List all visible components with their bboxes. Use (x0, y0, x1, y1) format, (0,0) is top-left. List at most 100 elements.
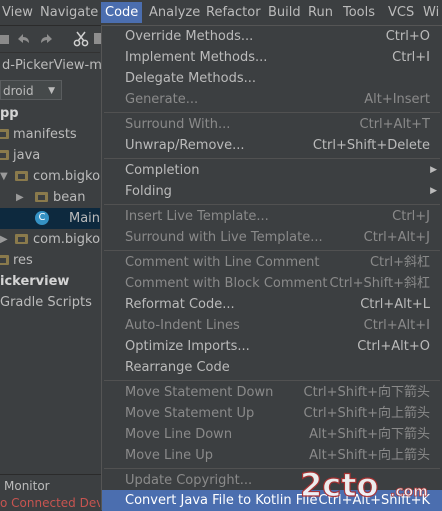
menu-vcs[interactable]: VCS (384, 2, 418, 23)
menu-item-label: Auto-Indent Lines (125, 318, 240, 333)
tree-item-label: java (13, 148, 41, 163)
menu-item-override-methods[interactable]: Override Methods... Ctrl+O (102, 26, 442, 47)
menu-navigate[interactable]: Navigate (36, 2, 102, 23)
menu-item-comment-line[interactable]: Comment with Line Comment Ctrl+斜杠 (102, 252, 442, 273)
tree-item-label: pp (0, 106, 19, 121)
menu-item-shortcut: Ctrl+O (385, 29, 430, 44)
menu-item-label: Update Copyright... (125, 473, 253, 488)
menu-item-move-statement-up[interactable]: Move Statement Up Ctrl+Shift+向上箭头 (102, 403, 442, 424)
menu-item-insert-live-template[interactable]: Insert Live Template... Ctrl+J (102, 206, 442, 227)
tree-item-label: manifests (13, 127, 77, 142)
menu-item-move-statement-down[interactable]: Move Statement Down Ctrl+Shift+向下箭头 (102, 382, 442, 403)
redo-icon[interactable] (38, 30, 56, 48)
menu-analyze[interactable]: Analyze (145, 2, 204, 23)
menu-item-delegate-methods[interactable]: Delegate Methods... (102, 68, 442, 89)
menu-item-surround-with[interactable]: Surround With... Ctrl+Alt+T (102, 114, 442, 135)
menu-item-label: Insert Live Template... (125, 209, 269, 224)
menu-run[interactable]: Run (304, 2, 337, 23)
chevron-right-icon: ▶ (430, 165, 437, 175)
menu-item-shortcut: Alt+Insert (364, 92, 430, 107)
project-breadcrumb: d-PickerView-ma (2, 58, 102, 73)
menu-separator (104, 250, 440, 251)
folder-tool-icon[interactable] (0, 30, 12, 48)
tree-item-res[interactable]: res (0, 250, 100, 271)
menu-view[interactable]: View (0, 2, 37, 23)
menu-item-shortcut: Ctrl+斜杠 (369, 255, 430, 270)
project-view-selector[interactable]: droid ▼ (0, 80, 62, 100)
menu-code[interactable]: Code (101, 2, 143, 23)
chevron-right-icon: ▶ (430, 186, 437, 196)
menu-separator (104, 380, 440, 381)
menu-item-move-line-up[interactable]: Move Line Up Alt+Shift+向上箭头 (102, 445, 442, 466)
watermark-subtext: .com (390, 484, 428, 500)
java-class-icon: C (35, 211, 49, 225)
tree-item-gradle-scripts[interactable]: Gradle Scripts (0, 292, 100, 313)
menu-item-label: Generate... (125, 92, 199, 107)
folder-icon (0, 255, 9, 265)
toolbar (0, 26, 102, 53)
menu-item-completion[interactable]: Completion ▶ (102, 160, 442, 181)
menu-item-shortcut: Ctrl+Shift+向上箭头 (303, 406, 430, 421)
menu-item-generate[interactable]: Generate... Alt+Insert (102, 89, 442, 110)
menu-separator (104, 158, 440, 159)
tree-item-pickerview[interactable]: ickerview (0, 271, 100, 292)
menu-window[interactable]: Wi (419, 2, 442, 23)
menu-item-label: Delegate Methods... (125, 71, 256, 86)
chevron-right-icon[interactable]: ▶ (16, 187, 24, 208)
menu-build[interactable]: Build (264, 2, 305, 23)
device-status-text: o Connected Dev (0, 497, 100, 510)
folder-icon (0, 150, 9, 160)
menu-item-shortcut: Ctrl+Alt+T (359, 117, 430, 132)
tree-item-label: bean (53, 190, 86, 205)
menu-item-label: Override Methods... (125, 29, 254, 44)
menu-item-reformat-code[interactable]: Reformat Code... Ctrl+Alt+L (102, 294, 442, 315)
chevron-right-icon[interactable]: ▶ (0, 229, 8, 250)
tree-item-manifests[interactable]: manifests (0, 124, 100, 145)
tree-item-app[interactable]: pp (0, 103, 100, 124)
menu-item-label: Folding (125, 184, 172, 199)
tree-item-bean[interactable]: ▶ bean (0, 187, 100, 208)
menu-item-shortcut: Ctrl+J (392, 209, 430, 224)
menu-item-surround-live-template[interactable]: Surround with Live Template... Ctrl+Alt+… (102, 227, 442, 248)
menu-item-shortcut: Alt+Shift+向下箭头 (309, 427, 430, 442)
monitor-tab[interactable]: Monitor (0, 474, 104, 497)
menu-separator (104, 112, 440, 113)
chevron-down-icon[interactable]: ▼ (0, 166, 8, 187)
menu-item-shortcut: Ctrl+Alt+I (363, 318, 430, 333)
undo-icon[interactable] (14, 30, 32, 48)
menu-item-shortcut: Ctrl+I (392, 50, 430, 65)
menu-refactor[interactable]: Refactor (202, 2, 265, 23)
tree-item-label: MainA (69, 211, 100, 226)
menu-tools[interactable]: Tools (339, 2, 379, 23)
tree-item-java[interactable]: java (0, 145, 100, 166)
tree-item-label: res (13, 253, 33, 268)
menu-item-implement-methods[interactable]: Implement Methods... Ctrl+I (102, 47, 442, 68)
menu-item-label: Reformat Code... (125, 297, 235, 312)
menu-item-unwrap-remove[interactable]: Unwrap/Remove... Ctrl+Shift+Delete (102, 135, 442, 156)
menu-item-optimize-imports[interactable]: Optimize Imports... Ctrl+Alt+O (102, 336, 442, 357)
menu-item-label: Surround with Live Template... (125, 230, 323, 245)
tree-item-package[interactable]: ▼ com.bigkoo (0, 166, 100, 187)
menu-item-label: Convert Java File to Kotlin File (125, 493, 318, 508)
menu-item-comment-block[interactable]: Comment with Block Comment Ctrl+Shift+斜杠 (102, 273, 442, 294)
menu-separator (104, 204, 440, 205)
menu-item-shortcut: Ctrl+Shift+Delete (312, 138, 430, 153)
watermark-text: 2cto (300, 466, 379, 504)
menu-item-auto-indent[interactable]: Auto-Indent Lines Ctrl+Alt+I (102, 315, 442, 336)
menu-item-label: Surround With... (125, 117, 231, 132)
menu-item-rearrange-code[interactable]: Rearrange Code (102, 357, 442, 378)
menu-item-label: Comment with Block Comment (125, 276, 328, 291)
folder-icon (0, 129, 9, 139)
tree-item-label: Gradle Scripts (0, 295, 92, 310)
tree-item-package-test[interactable]: ▶ com.bigkoo (0, 229, 100, 250)
chevron-down-icon: ▼ (48, 86, 55, 96)
menu-item-folding[interactable]: Folding ▶ (102, 181, 442, 202)
project-view-selector-value: droid (3, 84, 34, 98)
menu-bar: View Navigate Code Analyze Refactor Buil… (0, 0, 442, 26)
menu-item-move-line-down[interactable]: Move Line Down Alt+Shift+向下箭头 (102, 424, 442, 445)
menu-item-label: Move Line Down (125, 427, 233, 442)
menu-item-label: Move Statement Up (125, 406, 255, 421)
tree-item-label: com.bigkoo (33, 169, 100, 184)
cut-icon[interactable] (72, 30, 90, 48)
tree-item-mainactivity[interactable]: C MainA (0, 208, 100, 229)
